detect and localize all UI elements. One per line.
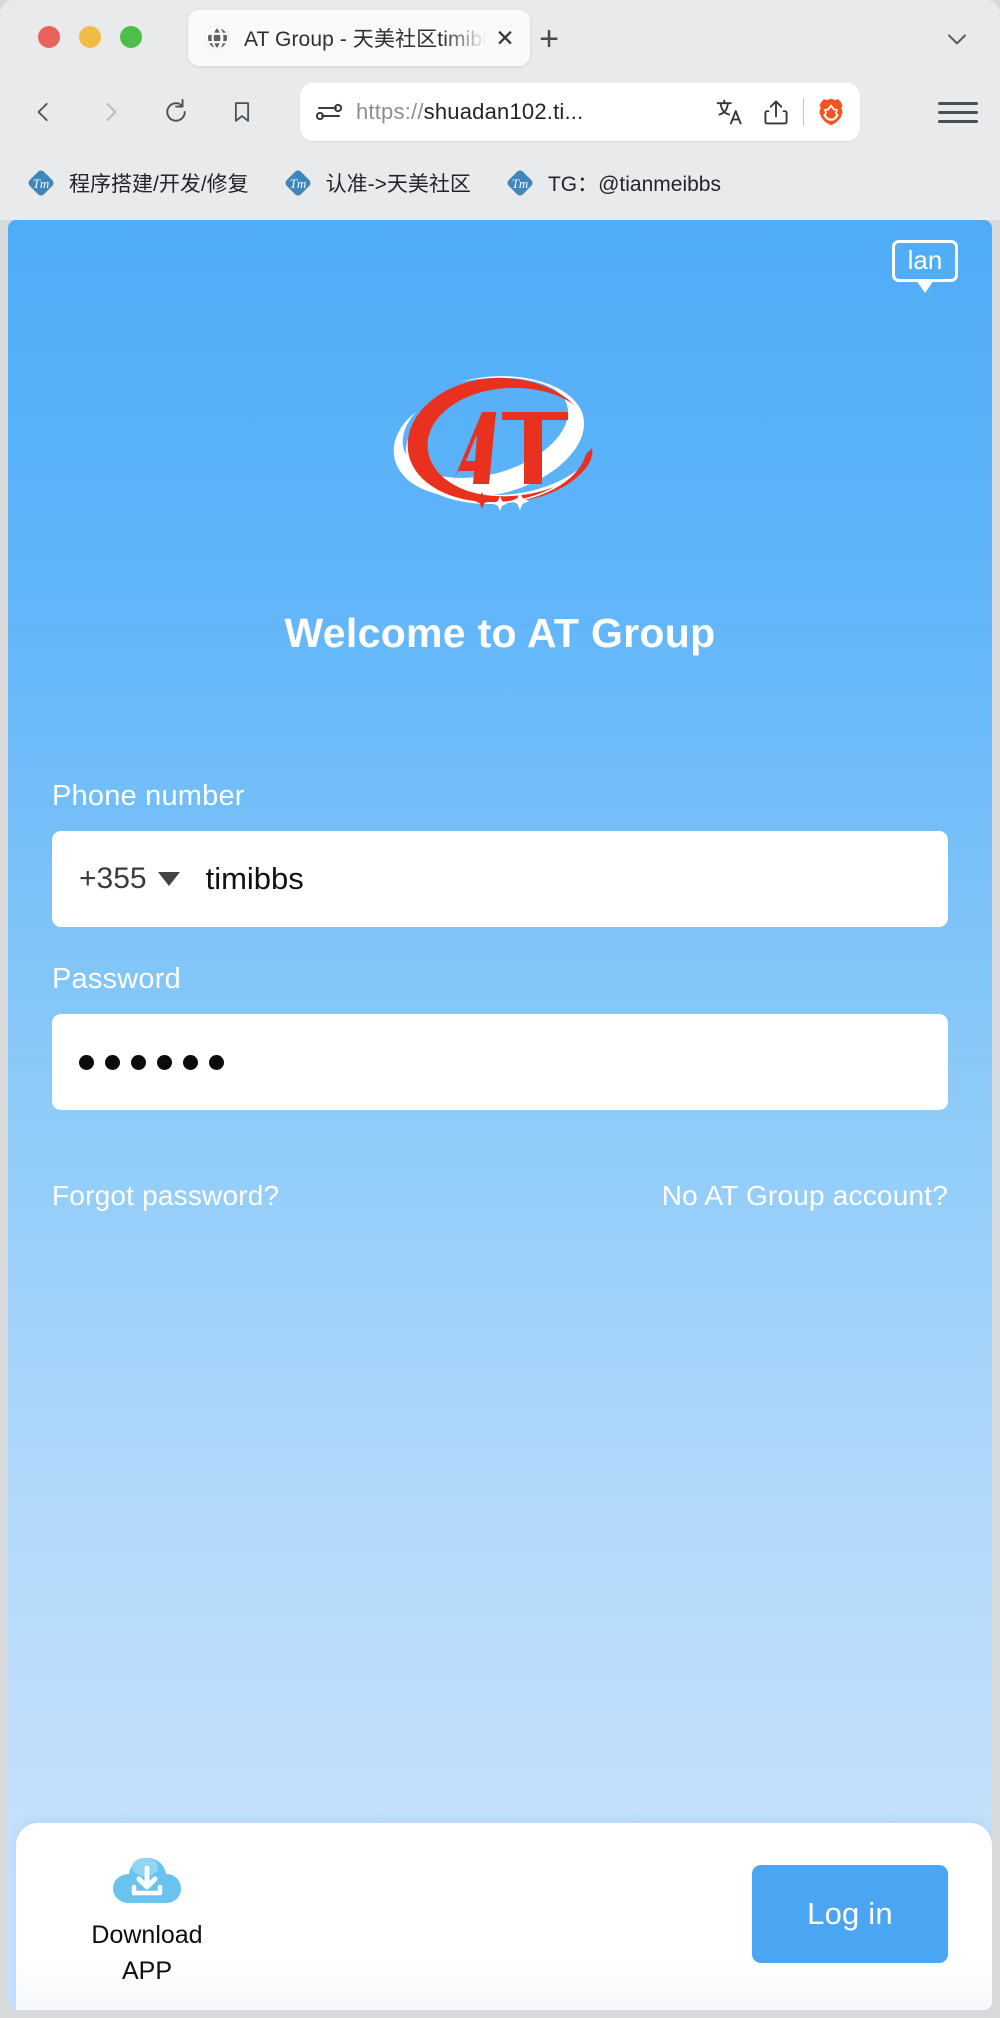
forgot-password-link[interactable]: Forgot password?: [52, 1180, 279, 1212]
new-tab-button[interactable]: +: [530, 20, 568, 58]
password-dot: [183, 1054, 198, 1070]
password-dot: [105, 1054, 120, 1070]
logo-container: [8, 360, 992, 530]
brave-lion-icon[interactable]: [816, 97, 846, 127]
speech-bubble-tail-icon: [916, 280, 934, 293]
navigation-toolbar: https://shuadan102.ti...: [0, 74, 1000, 150]
phone-field[interactable]: +355 timibbs: [52, 831, 948, 927]
svg-text:Tm: Tm: [289, 176, 306, 191]
tm-favicon: Tm: [26, 168, 56, 198]
login-button[interactable]: Log in: [752, 1865, 948, 1963]
forward-arrow-icon: [88, 90, 132, 134]
password-input[interactable]: [79, 1054, 224, 1070]
title-bar: AT Group - 天美社区timibbs.ne ✕ +: [0, 0, 1000, 74]
bookmark-icon[interactable]: [220, 90, 264, 134]
close-tab-button[interactable]: ✕: [490, 23, 520, 53]
download-line-1: Download: [91, 1921, 203, 1949]
hamburger-menu-icon[interactable]: [938, 92, 978, 132]
download-line-2: APP: [121, 1957, 173, 1986]
bookmark-label: TG：@tianmeibbs: [547, 173, 721, 196]
svg-text:Tm: Tm: [512, 176, 529, 191]
url-host: shuadan102.ti...: [423, 99, 584, 124]
chevron-down-icon[interactable]: [940, 22, 974, 56]
site-settings-icon[interactable]: [315, 99, 343, 125]
download-app-label: Download APP: [91, 1917, 202, 1990]
at-group-logo: [390, 360, 610, 530]
cloud-download-icon: [109, 1851, 185, 1909]
chevron-down-icon: [157, 872, 180, 886]
country-code-select[interactable]: +355: [79, 862, 180, 896]
bottom-action-bar: Download APP Log in: [16, 1823, 992, 2010]
maximize-window-button[interactable]: [120, 26, 142, 48]
login-form: Phone number +355 timibbs Password: [52, 780, 948, 1110]
password-label: Password: [52, 963, 181, 995]
bookmark-label: 认准->天美社区: [325, 173, 471, 196]
svg-text:Tm: Tm: [33, 176, 50, 191]
bookmark-item[interactable]: Tm 程序搭建/开发/修复: [26, 168, 249, 198]
browser-chrome: AT Group - 天美社区timibbs.ne ✕ +: [0, 0, 1000, 220]
tab-title: AT Group - 天美社区timibbs.ne: [244, 28, 486, 51]
password-dot: [79, 1054, 94, 1070]
bookmark-item[interactable]: Tm TG：@tianmeibbs: [505, 168, 721, 198]
browser-window: AT Group - 天美社区timibbs.ne ✕ +: [0, 0, 1000, 2018]
language-switch-button[interactable]: lan: [892, 240, 958, 293]
share-icon[interactable]: [759, 95, 793, 129]
back-arrow-icon[interactable]: [22, 90, 66, 134]
url-text[interactable]: https://shuadan102.ti...: [356, 99, 701, 125]
country-code-value: +355: [79, 862, 147, 895]
translate-icon[interactable]: [713, 95, 747, 129]
url-scheme: https://: [356, 99, 424, 124]
language-label: lan: [892, 240, 958, 282]
bookmark-label: 程序搭建/开发/修复: [69, 173, 249, 196]
password-dot: [209, 1054, 224, 1070]
page-title: Welcome to AT Group: [284, 610, 716, 656]
password-field[interactable]: [52, 1014, 948, 1110]
tm-favicon: Tm: [283, 168, 313, 198]
minimize-window-button[interactable]: [79, 26, 101, 48]
close-window-button[interactable]: [38, 26, 60, 48]
password-dot: [157, 1054, 172, 1070]
tm-favicon: Tm: [505, 168, 535, 198]
password-dot: [131, 1054, 146, 1070]
bookmark-item[interactable]: Tm 认准->天美社区: [283, 168, 471, 198]
window-controls: [38, 26, 142, 48]
no-account-link[interactable]: No AT Group account?: [662, 1180, 948, 1212]
download-app-button[interactable]: Download APP: [72, 1851, 222, 1990]
helper-links: Forgot password? No AT Group account?: [52, 1180, 948, 1212]
phone-label: Phone number: [52, 780, 245, 812]
browser-tab[interactable]: AT Group - 天美社区timibbs.ne ✕: [188, 10, 530, 66]
reload-icon[interactable]: [154, 90, 198, 134]
bookmarks-bar: Tm 程序搭建/开发/修复 Tm 认准->天美社区 Tm TG：@tianmei…: [0, 150, 1000, 216]
login-page: lan Welcome to AT Group Phone number +35…: [8, 220, 992, 2010]
globe-icon: [204, 25, 230, 51]
phone-input[interactable]: timibbs: [206, 861, 304, 897]
address-bar[interactable]: https://shuadan102.ti...: [300, 83, 860, 141]
toolbar-divider: [803, 98, 804, 126]
